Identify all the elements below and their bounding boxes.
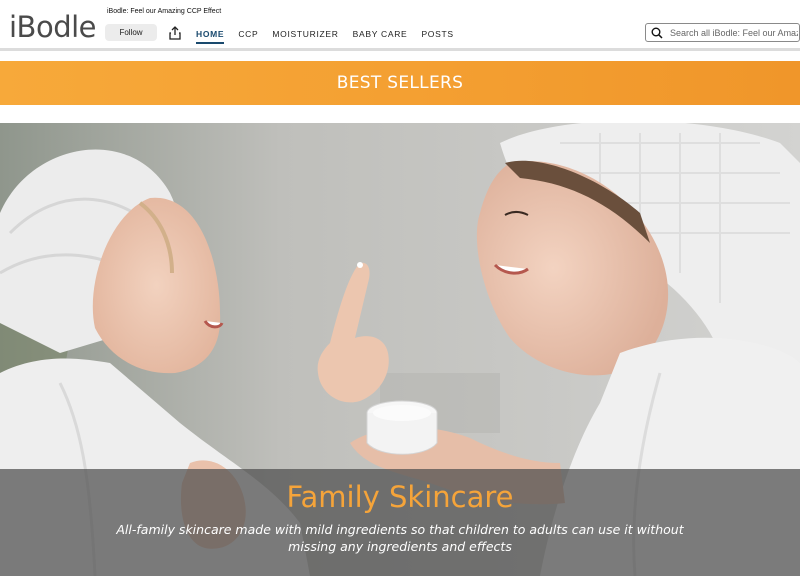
follow-button[interactable]: Follow (105, 24, 157, 41)
search-icon[interactable] (651, 27, 663, 39)
hero-description: All-family skincare made with mild ingre… (116, 522, 684, 554)
hero-section: Family Skincare All-family skincare made… (0, 123, 800, 576)
nav-posts[interactable]: POSTS (421, 29, 453, 44)
main-nav: HOME CCP MOISTURIZER BABY CARE POSTS (196, 29, 468, 44)
search-input[interactable] (670, 27, 798, 38)
header-divider (0, 48, 800, 51)
brand-logo[interactable]: iBodle (9, 10, 97, 44)
nav-baby-care[interactable]: BABY CARE (353, 29, 408, 44)
hero-title: Family Skincare (286, 480, 514, 514)
best-sellers-banner[interactable]: BEST SELLERS (0, 61, 800, 105)
share-icon[interactable] (168, 26, 182, 40)
banner-title: BEST SELLERS (336, 73, 464, 93)
nav-ccp[interactable]: CCP (238, 29, 258, 44)
site-header: iBodle iBodle: Feel our Amazing CCP Effe… (0, 0, 800, 48)
nav-home[interactable]: HOME (196, 29, 225, 44)
search-box[interactable] (645, 23, 800, 42)
nav-moisturizer[interactable]: MOISTURIZER (272, 29, 338, 44)
store-tagline: iBodle: Feel our Amazing CCP Effect (107, 8, 222, 15)
